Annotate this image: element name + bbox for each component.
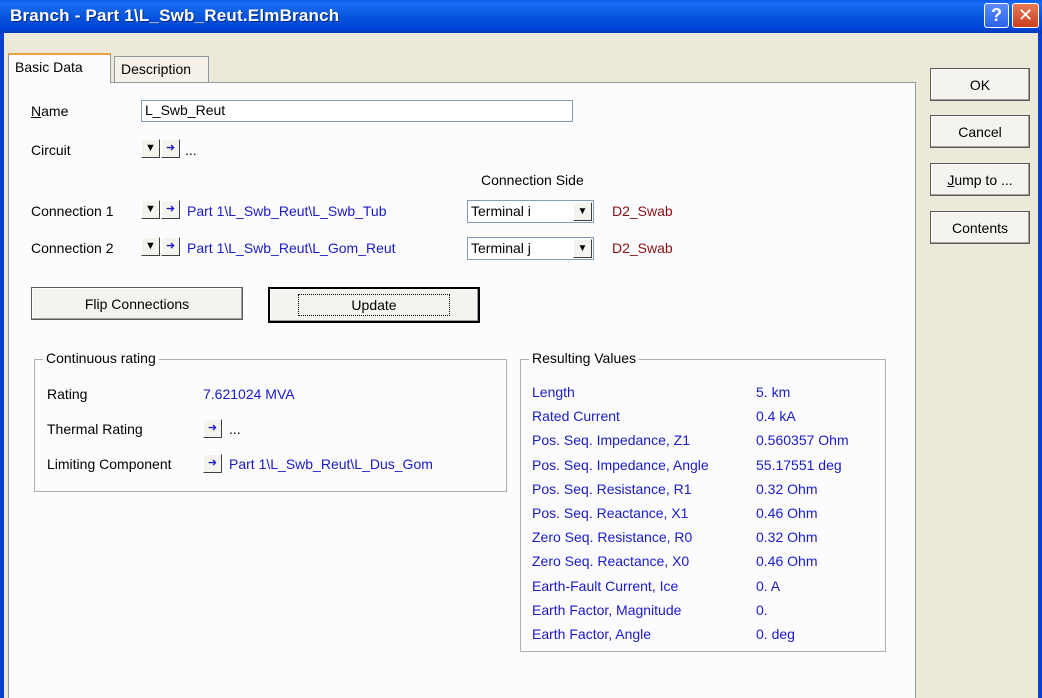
limiting-component-jump-button[interactable]: ➜ xyxy=(203,454,222,473)
rating-value: 7.621024 MVA xyxy=(203,386,295,402)
connection-2-path[interactable]: Part 1\L_Swb_Reut\L_Gom_Reut xyxy=(187,240,396,256)
help-icon: ? xyxy=(991,5,1002,25)
thermal-rating-jump-button[interactable]: ➜ xyxy=(203,419,222,438)
result-value: 0.46 Ohm xyxy=(756,505,818,521)
result-label: Zero Seq. Resistance, R0 xyxy=(532,529,693,546)
close-button[interactable]: ✕ xyxy=(1012,3,1039,28)
connection-side-header: Connection Side xyxy=(481,172,584,188)
connection-1-side-value: Terminal i xyxy=(471,203,531,219)
arrow-right-icon: ➜ xyxy=(165,142,176,154)
arrow-right-icon: ➜ xyxy=(165,240,176,252)
arrow-right-icon: ➜ xyxy=(207,457,218,469)
connection-1-path[interactable]: Part 1\L_Swb_Reut\L_Swb_Tub xyxy=(187,203,387,219)
result-label: Pos. Seq. Impedance, Angle xyxy=(532,456,709,473)
close-icon: ✕ xyxy=(1017,5,1034,26)
connection-1-jump-button[interactable]: ➜ xyxy=(161,200,180,219)
connection-1-select-button[interactable]: ▼ xyxy=(141,200,160,219)
contents-button[interactable]: Contents xyxy=(930,211,1030,244)
connection-2-node: D2_Swab xyxy=(612,240,673,256)
result-label: Rated Current xyxy=(532,408,620,425)
tab-basic-data[interactable]: Basic Data xyxy=(8,53,111,83)
connection-1-node: D2_Swab xyxy=(612,203,673,219)
chevron-down-icon[interactable]: ▼ xyxy=(573,239,592,258)
result-label: Pos. Seq. Resistance, R1 xyxy=(532,480,692,497)
continuous-rating-title: Continuous rating xyxy=(43,350,159,366)
arrow-right-icon: ➜ xyxy=(165,203,176,215)
thermal-rating-value: ... xyxy=(229,421,241,437)
connection-1-side-select[interactable]: Terminal i ▼ xyxy=(467,200,594,223)
result-label: Pos. Seq. Impedance, Z1 xyxy=(532,432,690,449)
result-value: 0.560357 Ohm xyxy=(756,432,849,449)
result-label: Length xyxy=(532,384,575,400)
basic-data-panel: Name L_Swb_Reut Circuit ▼ ➜ ... Connecti… xyxy=(8,82,916,698)
result-label: Earth Factor, Magnitude xyxy=(532,601,682,618)
jump-to-button[interactable]: Jump to ... xyxy=(930,163,1030,196)
connection-2-side-select[interactable]: Terminal j ▼ xyxy=(467,237,594,260)
continuous-rating-group: Continuous rating Rating 7.621024 MVA Th… xyxy=(34,350,507,492)
result-value: 0. deg xyxy=(756,626,795,642)
connection-2-jump-button[interactable]: ➜ xyxy=(161,237,180,256)
circuit-label: Circuit xyxy=(31,142,71,158)
cancel-button[interactable]: Cancel xyxy=(930,115,1030,148)
result-value: 0. A xyxy=(756,577,781,594)
connection-2-select-button[interactable]: ▼ xyxy=(141,237,160,256)
update-button[interactable]: Update xyxy=(268,287,480,323)
thermal-rating-label: Thermal Rating xyxy=(47,421,143,437)
resulting-values-group: Resulting Values Length 5. km Rated Curren… xyxy=(520,350,886,652)
connection-2-label: Connection 2 xyxy=(31,240,114,256)
limiting-component-value[interactable]: Part 1\L_Swb_Reut\L_Dus_Gom xyxy=(229,456,433,472)
triangle-down-icon: ▼ xyxy=(145,203,156,215)
connection-1-label: Connection 1 xyxy=(31,203,114,219)
circuit-value: ... xyxy=(185,142,197,158)
name-label: Name xyxy=(31,103,69,119)
name-input[interactable]: L_Swb_Reut xyxy=(141,100,573,122)
result-value: 55.17551 deg xyxy=(756,456,842,473)
result-label: Earth Factor, Angle xyxy=(532,626,652,642)
flip-connections-button[interactable]: Flip Connections xyxy=(31,287,243,320)
ok-button[interactable]: OK xyxy=(930,68,1030,101)
result-value: 0.32 Ohm xyxy=(756,529,818,546)
result-value: 0. xyxy=(756,601,768,618)
connection-2-side-value: Terminal j xyxy=(471,240,531,256)
result-value: 0.46 Ohm xyxy=(756,553,818,570)
result-label: Earth-Fault Current, Ice xyxy=(532,577,679,594)
rating-label: Rating xyxy=(47,386,88,402)
circuit-jump-button[interactable]: ➜ xyxy=(161,139,180,158)
triangle-down-icon: ▼ xyxy=(145,240,156,252)
help-button[interactable]: ? xyxy=(984,3,1009,28)
result-label: Zero Seq. Reactance, X0 xyxy=(532,553,690,570)
triangle-down-icon: ▼ xyxy=(145,142,156,154)
title-bar[interactable]: Branch - Part 1\L_Swb_Reut.ElmBranch ? ✕ xyxy=(0,0,1042,33)
result-value: 5. km xyxy=(756,384,791,400)
limiting-component-label: Limiting Component xyxy=(47,456,172,472)
result-label: Pos. Seq. Reactance, X1 xyxy=(532,505,689,521)
circuit-select-button[interactable]: ▼ xyxy=(141,139,160,158)
result-value: 0.4 kA xyxy=(756,408,796,425)
arrow-right-icon: ➜ xyxy=(207,422,218,434)
window-title: Branch - Part 1\L_Swb_Reut.ElmBranch xyxy=(10,6,340,25)
result-value: 0.32 Ohm xyxy=(756,480,818,497)
tab-description[interactable]: Description xyxy=(114,56,209,82)
resulting-values-title: Resulting Values xyxy=(529,350,640,366)
chevron-down-icon[interactable]: ▼ xyxy=(573,202,592,221)
